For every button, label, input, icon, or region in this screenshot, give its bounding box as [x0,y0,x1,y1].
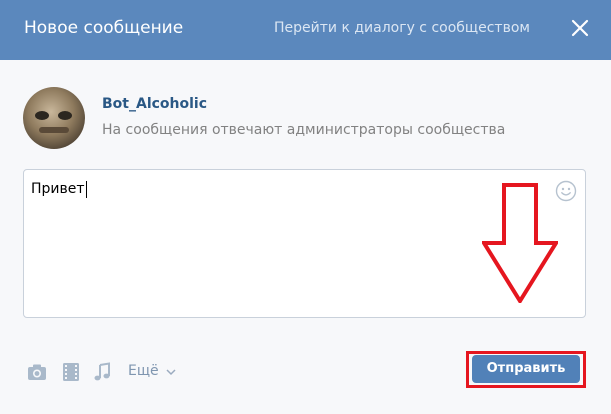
go-to-dialog-link[interactable]: Перейти к диалогу с сообществом [274,20,530,37]
avatar-eye [35,111,49,120]
avatar-eye [58,111,72,120]
red-arrow-annotation [482,183,558,303]
smile-icon[interactable] [555,180,577,202]
sender-name[interactable]: Bot_Alcoholic [102,96,207,113]
video-icon[interactable] [61,362,81,382]
camera-icon[interactable] [27,362,47,382]
text-caret [85,181,87,198]
avatar[interactable] [23,87,85,149]
chevron-down-icon[interactable] [165,366,177,378]
send-button[interactable]: Отправить [472,355,580,383]
dialog-title: Новое сообщение [24,18,184,38]
message-value: Привет [31,181,85,197]
music-icon[interactable] [92,362,112,382]
message-text: Привет [31,181,87,198]
dialog-header: Новое сообщение Перейти к диалогу с сооб… [0,0,611,60]
more-attachments-button[interactable]: Ещё [128,363,159,380]
avatar-mouth [39,127,69,133]
close-icon[interactable] [569,17,591,39]
sender-subtitle: На сообщения отвечают администраторы соо… [102,122,506,138]
